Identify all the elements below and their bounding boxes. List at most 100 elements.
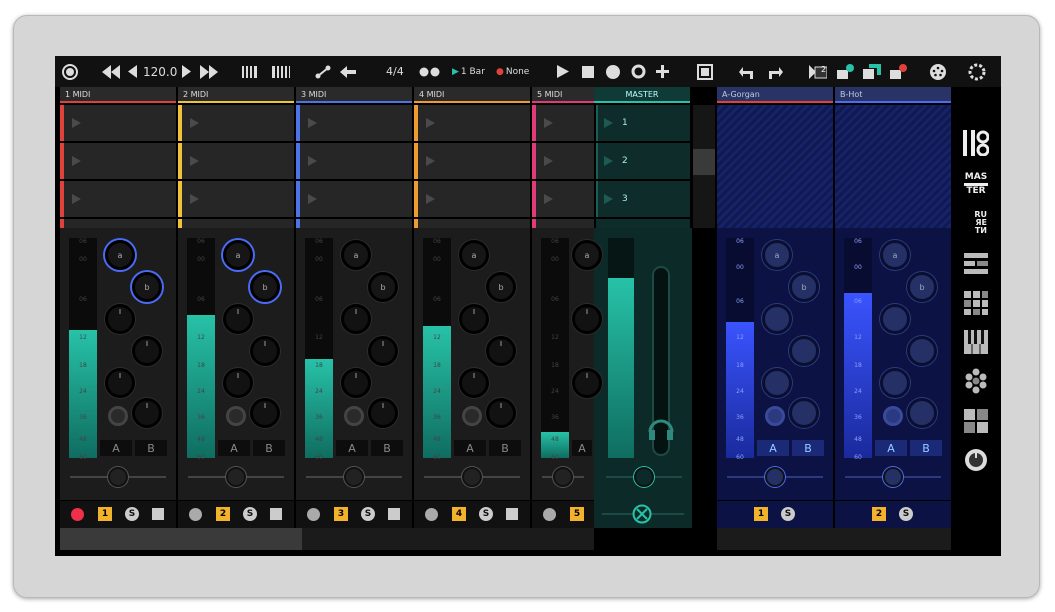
return-number-button[interactable]: 2 xyxy=(872,507,886,521)
clip-slot[interactable] xyxy=(414,143,530,179)
sidebar-returns-button[interactable]: RU ЯЕ ТИ xyxy=(961,208,991,238)
level-meter[interactable]: 06 00 06 12 18 24 36 48 60 xyxy=(423,238,451,461)
launch-quantize[interactable]: ▶ 1 Bar xyxy=(452,56,488,87)
arm-button[interactable] xyxy=(71,508,84,521)
parameter-knob[interactable] xyxy=(105,304,135,334)
stop-clip-button[interactable] xyxy=(270,508,282,520)
level-meter[interactable]: 06 00 06 12 18 24 36 48 60 xyxy=(305,238,333,461)
parameter-knob[interactable] xyxy=(368,398,398,428)
parameter-knob[interactable] xyxy=(368,336,398,366)
parameter-knob[interactable] xyxy=(459,368,489,398)
send-knob-b[interactable]: b xyxy=(250,272,280,302)
clip-slot[interactable] xyxy=(532,143,594,179)
pan-knob[interactable] xyxy=(226,467,246,487)
sidebar-master-button[interactable]: MAS TER xyxy=(961,169,991,199)
track-number-button[interactable]: 3 xyxy=(334,507,348,521)
clip-slot[interactable] xyxy=(296,219,412,228)
redo-button[interactable] xyxy=(765,56,785,87)
clip-slot[interactable] xyxy=(178,219,294,228)
monitor-toggle[interactable] xyxy=(344,406,364,426)
parameter-knob[interactable] xyxy=(907,398,937,428)
pan-knob[interactable] xyxy=(553,467,573,487)
clip-slot[interactable] xyxy=(414,105,530,141)
solo-button[interactable]: S xyxy=(243,507,257,521)
pan-knob[interactable] xyxy=(462,467,482,487)
scene-2[interactable]: 2 xyxy=(596,143,690,179)
clip-slot[interactable] xyxy=(178,181,294,217)
clip-slot[interactable] xyxy=(178,143,294,179)
send-knob-b[interactable]: b xyxy=(132,272,162,302)
clip-slot[interactable] xyxy=(296,143,412,179)
clip-slot[interactable] xyxy=(414,219,530,228)
track-header-5[interactable]: 5 MIDI xyxy=(532,87,594,103)
crossfade-a-button[interactable]: A xyxy=(572,440,592,456)
parameter-knob[interactable] xyxy=(341,368,371,398)
sidebar-tracks-button[interactable] xyxy=(961,249,991,279)
crossfade-b-button[interactable]: B xyxy=(371,440,403,456)
track-number-button[interactable]: 2 xyxy=(216,507,230,521)
scene-3[interactable]: 3 xyxy=(596,181,690,217)
clip-slot[interactable] xyxy=(532,105,594,141)
parameter-knob[interactable] xyxy=(789,336,819,366)
send-knob-a[interactable]: a xyxy=(341,240,371,270)
send-knob-a[interactable]: a xyxy=(459,240,489,270)
solo-button[interactable]: S xyxy=(479,507,493,521)
tempo-display[interactable]: 120.0 xyxy=(143,56,179,87)
duplicate-button[interactable] xyxy=(861,56,883,87)
scene-scrollbar[interactable] xyxy=(693,105,715,228)
scenes-button[interactable]: 2 xyxy=(807,56,829,87)
scene-1[interactable]: 1 xyxy=(596,105,690,141)
play-button[interactable] xyxy=(554,56,572,87)
send-knob-b[interactable]: b xyxy=(789,272,819,302)
clip-slot[interactable] xyxy=(60,219,176,228)
parameter-knob[interactable] xyxy=(223,304,253,334)
track-header-3[interactable]: 3 MIDI xyxy=(296,87,412,103)
parameter-knob[interactable] xyxy=(880,304,910,334)
tempo-up-button[interactable] xyxy=(180,56,192,87)
return-level-meter[interactable]: 06 00 06 12 18 24 36 48 60 xyxy=(844,238,872,461)
send-knob-a[interactable]: a xyxy=(880,240,910,270)
solo-button[interactable]: S xyxy=(899,507,913,521)
delete-button[interactable] xyxy=(888,56,910,87)
clip-slot[interactable] xyxy=(178,105,294,141)
return-level-meter[interactable]: 06 00 06 12 18 24 36 48 60 xyxy=(726,238,754,461)
crossfade-b-button[interactable]: B xyxy=(910,440,942,456)
pan-knob[interactable] xyxy=(344,467,364,487)
rewind-button[interactable] xyxy=(101,56,121,87)
track-number-button[interactable]: 4 xyxy=(452,507,466,521)
undo-button[interactable] xyxy=(737,56,757,87)
solo-button[interactable]: S xyxy=(361,507,375,521)
parameter-knob[interactable] xyxy=(486,336,516,366)
level-meter[interactable]: 06 00 06 12 18 24 36 48 60 xyxy=(69,238,97,461)
sidebar-drum-pads-button[interactable] xyxy=(961,406,991,436)
session-record-button[interactable] xyxy=(628,56,648,87)
crossfade-a-button[interactable]: A xyxy=(218,440,250,456)
parameter-knob[interactable] xyxy=(762,368,792,398)
track-header-1[interactable]: 1 MIDI xyxy=(60,87,176,103)
sidebar-keyboard-button[interactable] xyxy=(961,327,991,357)
send-knob-a[interactable]: a xyxy=(762,240,792,270)
arm-button[interactable] xyxy=(425,508,438,521)
tap-bars-button[interactable] xyxy=(270,56,292,87)
crossfade-a-button[interactable]: A xyxy=(100,440,132,456)
master-pan-knob[interactable] xyxy=(634,467,654,487)
parameter-knob[interactable] xyxy=(486,398,516,428)
monitor-toggle[interactable] xyxy=(883,406,903,426)
parameter-knob[interactable] xyxy=(132,398,162,428)
parameter-knob[interactable] xyxy=(880,368,910,398)
parameter-knob[interactable] xyxy=(572,304,602,334)
horizontal-scroll-thumb[interactable] xyxy=(60,528,302,550)
horizontal-scrollbar[interactable] xyxy=(60,528,594,550)
parameter-knob[interactable] xyxy=(459,304,489,334)
settings-button[interactable] xyxy=(966,56,988,87)
time-signature[interactable]: 4/4 xyxy=(386,56,410,87)
tempo-down-button[interactable] xyxy=(126,56,138,87)
level-meter[interactable]: 06 00 06 12 18 24 36 48 60 xyxy=(541,238,569,461)
send-knob-a[interactable]: a xyxy=(572,240,602,270)
clip-slot[interactable] xyxy=(532,181,594,217)
return-header-a[interactable]: A-Gorgan xyxy=(717,87,833,103)
midi-settings-button[interactable] xyxy=(927,56,949,87)
back-to-arrangement-button[interactable] xyxy=(338,56,358,87)
scrollbar-thumb[interactable] xyxy=(693,149,715,175)
send-knob-b[interactable]: b xyxy=(368,272,398,302)
